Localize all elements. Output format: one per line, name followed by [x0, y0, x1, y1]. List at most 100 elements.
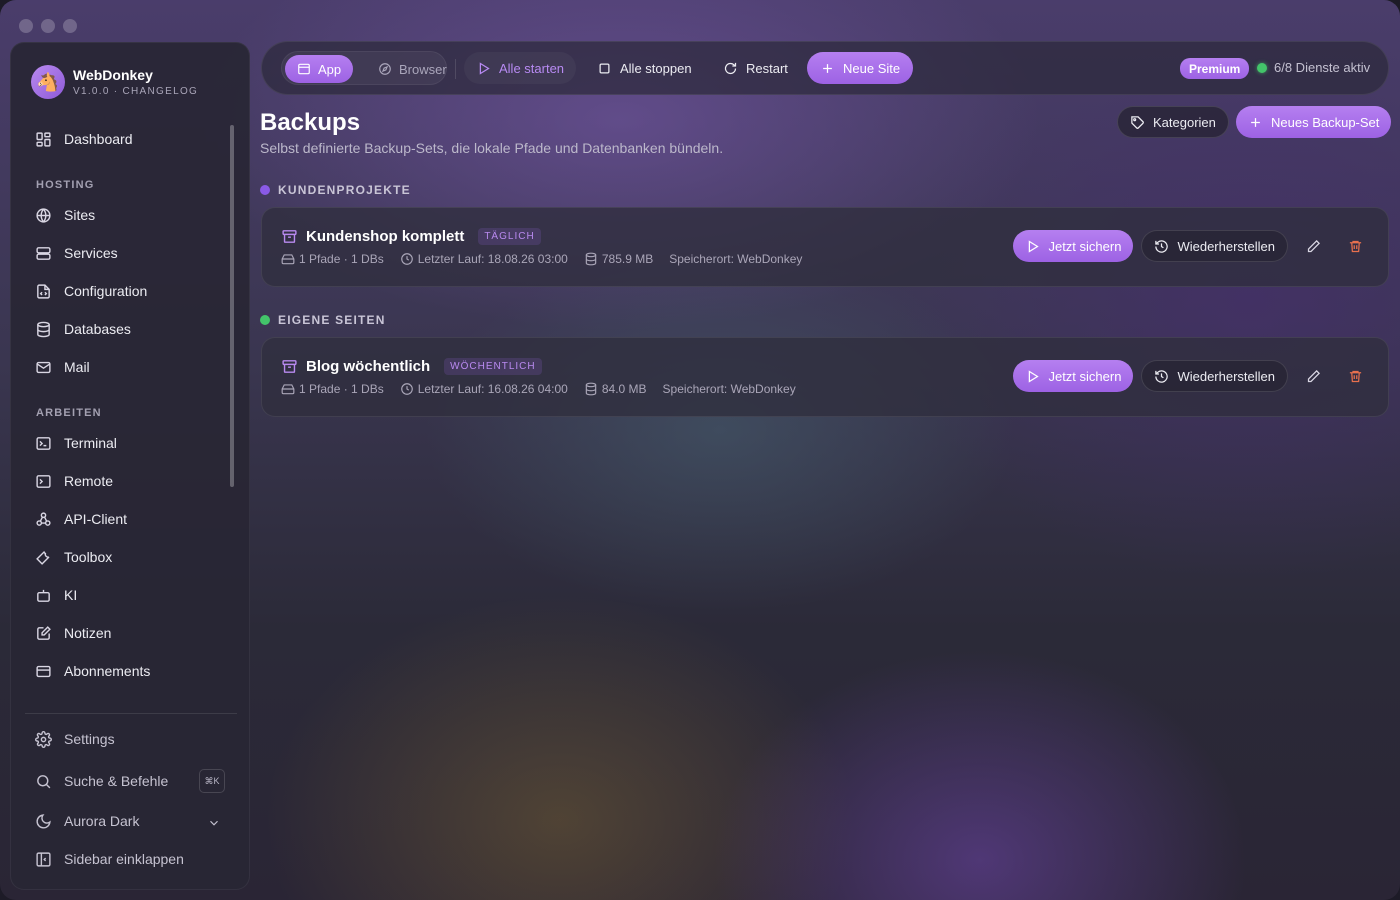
brand[interactable]: 🐴 WebDonkey V1.0.0 · CHANGELOG	[31, 65, 198, 99]
server-icon	[36, 246, 51, 260]
sidebar-item-label: Toolbox	[64, 549, 113, 565]
last-run: Letzter Lauf: 18.08.26 03:00	[400, 252, 568, 266]
backup-set-card[interactable]: Blog wöchentlich WÖCHENTLICH 1 Pfade · 1…	[261, 337, 1389, 417]
size-text: 84.0 MB	[601, 382, 647, 396]
mode-browser-button[interactable]: Browser	[366, 55, 459, 83]
categories-button[interactable]: Kategorien	[1117, 106, 1229, 138]
hard-drive-icon	[281, 254, 295, 265]
new-backup-set-label: Neues Backup-Set	[1271, 114, 1380, 130]
sidebar-item-label: API-Client	[64, 511, 128, 527]
webhook-icon	[36, 511, 51, 526]
new-site-label: Neue Site	[843, 60, 901, 76]
new-backup-set-button[interactable]: Neues Backup-Set	[1236, 106, 1392, 138]
close-window-button[interactable]	[19, 19, 33, 33]
sidebar-item-label: Databases	[64, 321, 131, 337]
backup-now-label: Jetzt sichern	[1048, 238, 1122, 254]
sidebar-item-terminal[interactable]: Terminal	[25, 427, 225, 459]
plus-icon	[823, 63, 832, 73]
note-edit-icon	[37, 625, 51, 640]
sidebar-item-label: Dashboard	[64, 131, 133, 147]
sidebar-item-toolbox[interactable]: Toolbox	[25, 541, 225, 573]
sidebar-item-label: Settings	[64, 731, 115, 747]
history-icon	[1155, 239, 1169, 253]
minimize-window-button[interactable]	[41, 19, 55, 33]
sidebar-item-abonnements[interactable]: Abonnements	[25, 655, 225, 687]
delete-button[interactable]	[1338, 360, 1372, 392]
stop-all-button[interactable]: Alle stoppen	[585, 52, 704, 84]
sidebar-item-label: Suche & Befehle	[64, 773, 169, 789]
group-header-eigene-seiten: EIGENE SEITEN	[260, 313, 386, 327]
sidebar-item-configuration[interactable]: Configuration	[25, 275, 225, 307]
top-toolbar: App Browser Alle starten Alle stoppen Re…	[261, 41, 1389, 95]
sidebar-item-settings[interactable]: Settings	[25, 723, 225, 755]
sidebar-collapse-button[interactable]: Sidebar einklappen	[25, 843, 225, 875]
paths-count: 1 Pfade · 1 DBs	[281, 382, 384, 396]
mail-icon	[36, 361, 51, 373]
backup-now-button[interactable]: Jetzt sichern	[1013, 360, 1134, 392]
trash-icon	[1349, 240, 1361, 252]
frequency-badge: TÄGLICH	[478, 228, 541, 245]
backup-set-title: Blog wöchentlich WÖCHENTLICH	[281, 358, 542, 375]
sidebar-item-sites[interactable]: Sites	[25, 199, 225, 231]
restore-button[interactable]: Wiederherstellen	[1141, 360, 1288, 392]
premium-badge[interactable]: Premium	[1180, 58, 1250, 79]
theme-label: Aurora Dark	[64, 813, 140, 829]
edit-button[interactable]	[1296, 360, 1330, 392]
backup-set-name: Kundenshop komplett	[306, 228, 465, 245]
start-all-button[interactable]: Alle starten	[464, 52, 577, 84]
paths-text: 1 Pfade · 1 DBs	[299, 252, 384, 266]
theme-selector[interactable]: Aurora Dark	[25, 805, 225, 837]
sidebar-item-label: Remote	[64, 473, 114, 489]
backup-size: 84.0 MB	[584, 382, 647, 396]
page-title: Backups	[260, 109, 361, 136]
search-shortcut-badge: ⌘K	[199, 769, 225, 793]
search-icon	[37, 774, 51, 788]
section-hosting-label: HOSTING	[36, 179, 95, 191]
restore-button[interactable]: Wiederherstellen	[1141, 230, 1288, 262]
backup-now-button[interactable]: Jetzt sichern	[1013, 230, 1134, 262]
status-dot-icon	[1257, 62, 1267, 73]
edit-button[interactable]	[1296, 230, 1330, 262]
sidebar-item-dashboard[interactable]: Dashboard	[25, 123, 225, 155]
sidebar-item-label: Notizen	[64, 625, 112, 641]
sidebar-item-label: Terminal	[64, 435, 117, 451]
sidebar-scrollbar[interactable]	[230, 125, 234, 487]
file-code-icon	[37, 283, 50, 299]
backup-set-card[interactable]: Kundenshop komplett TÄGLICH 1 Pfade · 1 …	[261, 207, 1389, 287]
services-status[interactable]: 6/8 Dienste aktiv	[1257, 60, 1370, 75]
play-icon	[1029, 369, 1040, 383]
sidebar-item-label: Sites	[64, 207, 96, 223]
sidebar-item-notizen[interactable]: Notizen	[25, 617, 225, 649]
database-icon	[585, 382, 597, 396]
sidebar-item-label: Services	[64, 245, 118, 261]
new-site-button[interactable]: Neue Site	[807, 52, 914, 84]
sidebar-item-databases[interactable]: Databases	[25, 313, 225, 345]
sidebar-item-remote[interactable]: Remote	[25, 465, 225, 497]
database-icon	[37, 321, 50, 337]
backup-set-name: Blog wöchentlich	[306, 358, 431, 375]
sidebar-item-ki[interactable]: KI	[25, 579, 225, 611]
restart-button[interactable]: Restart	[711, 52, 800, 84]
sidebar-item-search[interactable]: Suche & Befehle	[25, 765, 225, 797]
sidebar: 🐴 WebDonkey V1.0.0 · CHANGELOG Dashboard…	[10, 42, 250, 890]
group-color-dot	[260, 185, 270, 195]
refresh-icon	[724, 62, 737, 74]
maximize-window-button[interactable]	[63, 19, 77, 33]
moon-icon	[36, 813, 51, 828]
credit-card-icon	[36, 665, 51, 677]
bot-icon	[37, 589, 50, 602]
sidebar-item-label: Configuration	[64, 283, 148, 299]
sidebar-item-mail[interactable]: Mail	[25, 351, 225, 383]
donkey-logo-icon: 🐴	[31, 65, 65, 99]
sidebar-collapse-icon	[36, 851, 51, 867]
delete-button[interactable]	[1338, 230, 1372, 262]
paths-text: 1 Pfade · 1 DBs	[299, 382, 384, 396]
app-version-changelog[interactable]: V1.0.0 · CHANGELOG	[73, 86, 198, 97]
play-icon	[479, 61, 490, 75]
sidebar-item-api-client[interactable]: API-Client	[25, 503, 225, 535]
mode-app-button[interactable]: App	[285, 55, 354, 83]
section-arbeiten-label: ARBEITEN	[36, 407, 102, 419]
sidebar-item-services[interactable]: Services	[25, 237, 225, 269]
chevron-down-icon[interactable]	[207, 816, 221, 830]
sidebar-item-label: Sidebar einklappen	[64, 851, 184, 867]
